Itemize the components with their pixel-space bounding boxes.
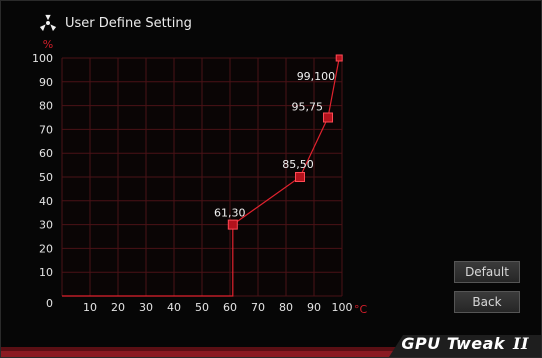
y-tick-label: 60 [39,147,53,160]
curve-control-point[interactable] [335,54,343,62]
brand-name: GPU Tweak [401,334,506,353]
y-tick-label: 90 [39,76,53,89]
back-button[interactable]: Back [454,291,520,313]
gpu-tweak-logo: GPU Tweak II [401,334,529,353]
y-axis-unit: % [43,38,53,51]
x-tick-label: 70 [251,301,265,314]
x-tick-label: 30 [139,301,153,314]
control-point-label: 95,75 [292,101,324,114]
x-tick-label: 10 [83,301,97,314]
y-tick-label: 80 [39,100,53,113]
x-tick-label: 60 [223,301,237,314]
y-tick-label: 20 [39,242,53,255]
x-tick-label: 20 [111,301,125,314]
curve-control-point[interactable] [323,112,333,123]
curve-control-point[interactable] [227,219,238,230]
control-point-label: 99,100 [297,70,336,83]
brand-suffix: II [513,334,529,353]
x-tick-label: 50 [195,301,209,314]
control-point-label: 61,30 [214,207,246,220]
y-tick-label: 70 [39,123,53,136]
user-define-setting-window: User Define Setting 0 10 20 30 40 50 60 70 80 90 1… [0,0,542,358]
default-button[interactable]: Default [454,261,520,283]
curve-control-point[interactable] [295,172,305,182]
y-tick-label: 10 [39,266,53,279]
y-tick-label: 40 [39,195,53,208]
y-tick-label: 50 [39,171,53,184]
y-tick-label: 100 [32,52,53,65]
control-point-label: 85,50 [282,158,314,171]
x-tick-label: 100 [332,301,353,314]
y-tick-label: 30 [39,219,53,232]
x-tick-label: 90 [307,301,321,314]
y-tick-label: 0 [46,297,53,310]
x-axis-unit: °C [354,303,368,316]
x-tick-label: 40 [167,301,181,314]
x-tick-label: 80 [279,301,293,314]
